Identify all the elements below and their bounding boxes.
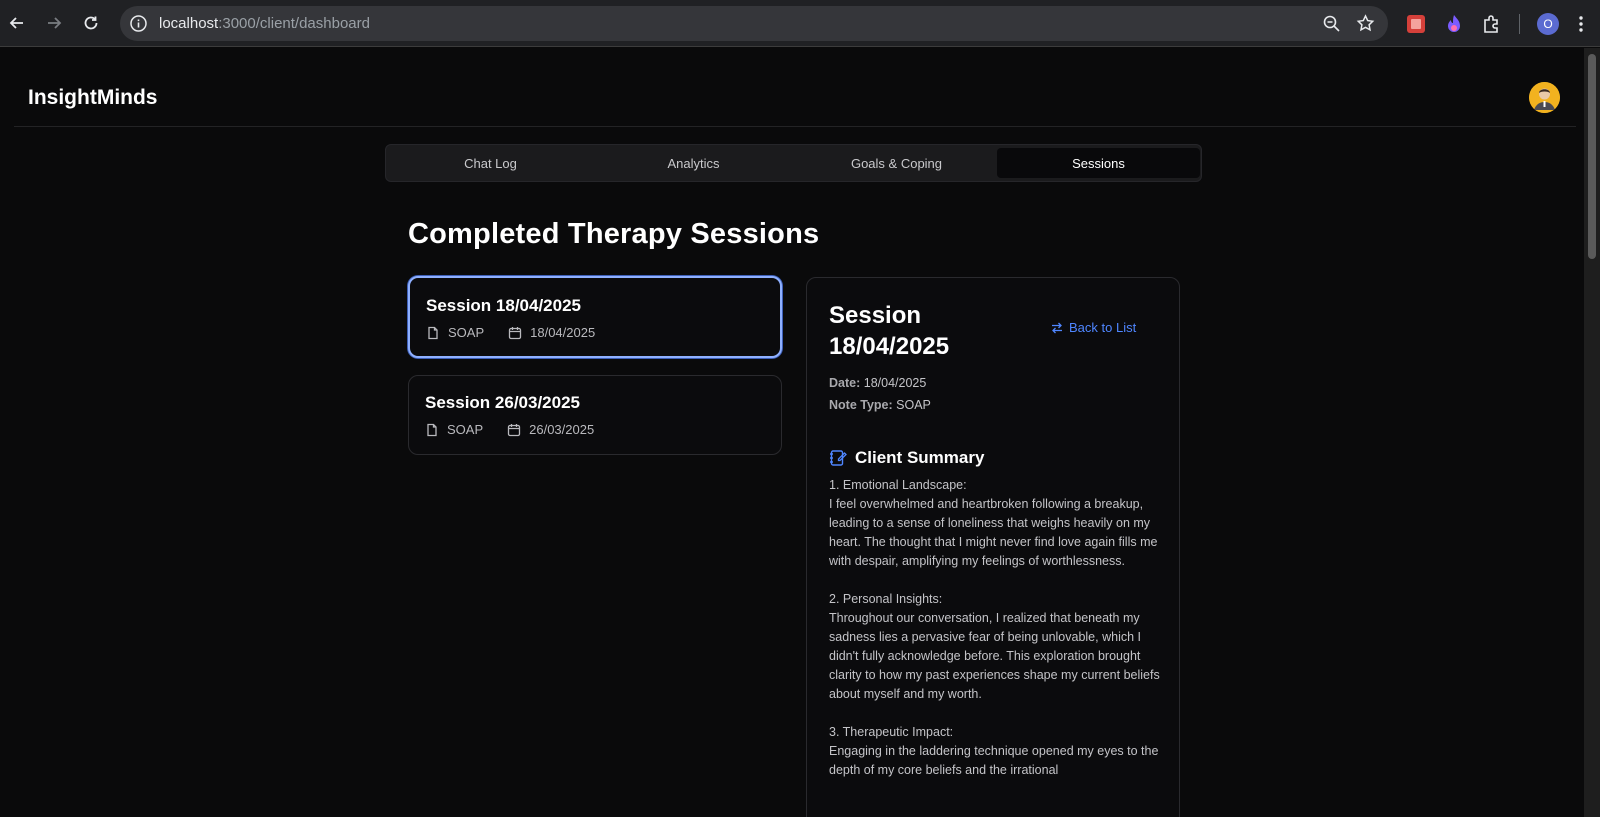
session-card-meta: SOAP 18/04/2025 xyxy=(426,325,595,340)
user-avatar[interactable] xyxy=(1529,82,1560,113)
bookmark-star-icon[interactable] xyxy=(1356,14,1375,33)
back-arrow-icon[interactable] xyxy=(6,12,28,34)
session-note-type: SOAP xyxy=(447,422,484,437)
scrollbar-thumb[interactable] xyxy=(1588,54,1596,259)
site-info-icon[interactable] xyxy=(129,14,148,33)
session-card-title: Session 26/03/2025 xyxy=(425,393,581,412)
reload-icon[interactable] xyxy=(80,12,102,34)
session-note-type: SOAP xyxy=(448,325,485,340)
extensions-puzzle-icon[interactable] xyxy=(1481,13,1503,35)
tab-analytics[interactable]: Analytics xyxy=(592,148,795,178)
kebab-menu-icon[interactable] xyxy=(1570,13,1592,35)
notebook-pen-icon xyxy=(830,450,847,466)
back-to-list-button[interactable]: Back to List xyxy=(1050,320,1136,335)
summary-paragraph: 2. Personal Insights: Throughout our con… xyxy=(829,592,1160,701)
summary-paragraph: 1. Emotional Landscape: I feel overwhelm… xyxy=(829,478,1158,568)
session-detail-panel: Session 18/04/2025 Back to List Date: 18… xyxy=(806,277,1180,817)
session-date: 26/03/2025 xyxy=(529,422,595,437)
url-path: :3000/client/dashboard xyxy=(218,15,370,32)
page-viewport: InsightMinds Chat Log Analytics Goals & … xyxy=(0,48,1584,817)
detail-note-type: Note Type: SOAP xyxy=(829,398,931,412)
document-icon xyxy=(428,326,438,339)
session-card[interactable]: Session 26/03/2025 SOAP 26/03/2025 xyxy=(408,375,782,455)
back-to-list-label: Back to List xyxy=(1069,320,1137,335)
dashboard-tabs: Chat Log Analytics Goals & Coping Sessio… xyxy=(385,144,1202,182)
date-value: 18/04/2025 xyxy=(863,376,927,390)
session-card-title: Session 18/04/2025 xyxy=(426,296,582,315)
tab-chat-log[interactable]: Chat Log xyxy=(389,148,592,178)
tab-sessions[interactable]: Sessions xyxy=(997,148,1200,178)
summary-paragraph: 3. Therapeutic Impact: Engaging in the l… xyxy=(829,725,1159,777)
client-summary-title: Client Summary xyxy=(855,448,985,467)
extension-red-icon[interactable] xyxy=(1405,13,1427,35)
note-type-label: Note Type: xyxy=(829,398,893,412)
session-date: 18/04/2025 xyxy=(530,325,596,340)
zoom-icon[interactable] xyxy=(1322,14,1341,33)
tab-goals-coping[interactable]: Goals & Coping xyxy=(795,148,998,178)
calendar-icon xyxy=(507,423,521,436)
session-card-selected[interactable]: Session 18/04/2025 SOAP 18/04/2025 xyxy=(408,276,782,358)
page-scrollbar[interactable] xyxy=(1584,48,1600,817)
url-text: localhost:3000/client/dashboard xyxy=(159,15,370,32)
extension-flame-icon[interactable] xyxy=(1443,13,1465,35)
address-bar[interactable]: localhost:3000/client/dashboard xyxy=(120,6,1388,41)
forward-arrow-icon[interactable] xyxy=(43,12,65,34)
note-type-value: SOAP xyxy=(896,398,931,412)
document-icon xyxy=(427,423,437,436)
calendar-icon xyxy=(508,326,522,339)
browser-toolbar: localhost:3000/client/dashboard O xyxy=(0,0,1600,47)
detail-title: Session 18/04/2025 xyxy=(829,302,950,360)
client-summary-text: 1. Emotional Landscape: I feel overwhelm… xyxy=(829,476,1164,799)
client-summary-heading: Client Summary xyxy=(829,448,984,468)
header-divider xyxy=(14,126,1576,127)
app-brand[interactable]: InsightMinds xyxy=(28,86,158,110)
page-title: Completed Therapy Sessions xyxy=(408,218,820,250)
profile-avatar[interactable]: O xyxy=(1537,13,1559,35)
date-label: Date: xyxy=(829,376,861,390)
session-card-meta: SOAP 26/03/2025 xyxy=(425,422,594,437)
toolbar-divider xyxy=(1519,14,1520,34)
detail-date: Date: 18/04/2025 xyxy=(829,376,926,390)
url-host: localhost xyxy=(159,15,219,32)
swap-arrows-icon xyxy=(1052,322,1062,333)
